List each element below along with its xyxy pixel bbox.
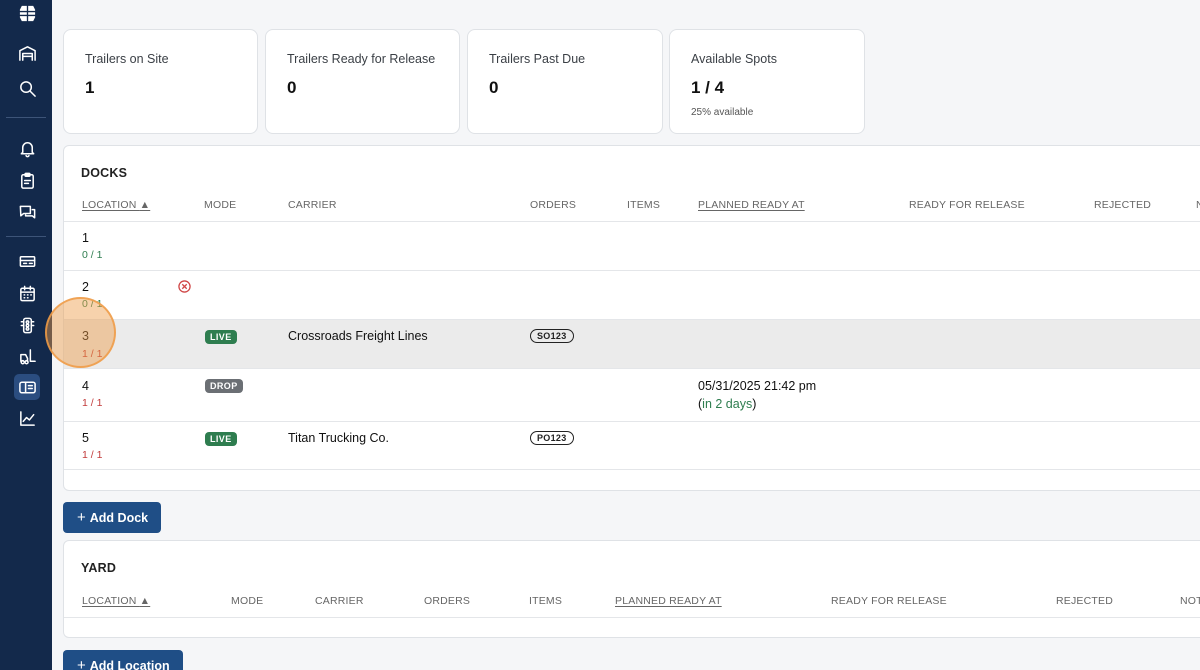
planned-ready-relative: (in 2 days) bbox=[698, 397, 757, 411]
mode-badge-live: LIVE bbox=[205, 330, 237, 344]
stat-card-ready-for-release: Trailers Ready for Release 0 bbox=[265, 29, 460, 134]
col-planned-ready-at[interactable]: PLANNED READY AT bbox=[698, 199, 805, 211]
table-row[interactable]: 1 0 / 1 bbox=[64, 222, 1200, 271]
col-carrier: CARRIER bbox=[315, 595, 364, 607]
header-divider bbox=[64, 617, 1200, 618]
location-number: 4 bbox=[82, 379, 89, 393]
stat-value: 1 / 4 bbox=[691, 78, 725, 97]
col-mode: MODE bbox=[231, 595, 264, 607]
add-location-button[interactable]: + Add Location bbox=[63, 650, 183, 670]
docks-title: DOCKS bbox=[81, 166, 128, 180]
yard-title: YARD bbox=[81, 561, 117, 575]
search-icon[interactable] bbox=[14, 75, 40, 101]
sidebar-divider bbox=[6, 117, 46, 118]
table-row[interactable]: 5 1 / 1 LIVE Titan Trucking Co. PO123 bbox=[64, 422, 1200, 470]
col-rejected: REJECTED bbox=[1094, 199, 1152, 211]
col-ready-for-release: READY FOR RELEASE bbox=[909, 199, 1025, 211]
table-row[interactable]: 4 1 / 1 DROP 05/31/2025 21:42 pm (in 2 d… bbox=[64, 369, 1200, 422]
stat-card-past-due: Trailers Past Due 0 bbox=[467, 29, 663, 134]
stat-label: Trailers Past Due bbox=[489, 52, 586, 66]
forklift-icon[interactable] bbox=[14, 343, 40, 369]
mode-badge-drop: DROP bbox=[205, 379, 243, 393]
sidebar bbox=[0, 0, 52, 670]
bell-icon[interactable] bbox=[14, 135, 40, 161]
col-items: ITEMS bbox=[529, 595, 563, 607]
location-number: 5 bbox=[82, 431, 89, 445]
table-row[interactable]: 2 0 / 1 bbox=[64, 271, 1200, 320]
col-notes: N bbox=[1196, 199, 1200, 211]
col-location[interactable]: LOCATION ▲ bbox=[82, 595, 150, 607]
clipboard-icon[interactable] bbox=[14, 167, 40, 193]
chart-icon[interactable] bbox=[14, 405, 40, 431]
col-mode: MODE bbox=[204, 199, 237, 211]
sort-asc-icon: ▲ bbox=[139, 199, 151, 211]
plus-icon: + bbox=[77, 509, 86, 526]
col-planned-ready-at[interactable]: PLANNED READY AT bbox=[615, 595, 722, 607]
table-row[interactable]: 3 1 / 1 LIVE Crossroads Freight Lines SO… bbox=[64, 320, 1200, 369]
stat-label: Trailers on Site bbox=[85, 52, 169, 66]
plus-icon: + bbox=[77, 657, 86, 670]
chat-icon[interactable] bbox=[14, 199, 40, 225]
capacity-text: 1 / 1 bbox=[82, 449, 103, 461]
capacity-text: 1 / 1 bbox=[82, 397, 103, 409]
col-orders: ORDERS bbox=[424, 595, 471, 607]
carrier-name: Titan Trucking Co. bbox=[288, 431, 389, 445]
col-carrier: CARRIER bbox=[288, 199, 337, 211]
sidebar-divider bbox=[6, 236, 46, 237]
yard-panel: YARD LOCATION ▲ MODE CARRIER ORDERS ITEM… bbox=[63, 540, 1200, 638]
col-rejected: REJECTED bbox=[1056, 595, 1114, 607]
carrier-name: Crossroads Freight Lines bbox=[288, 329, 428, 343]
mode-badge-live: LIVE bbox=[205, 432, 237, 446]
location-number: 3 bbox=[82, 329, 89, 343]
stat-label: Trailers Ready for Release bbox=[287, 52, 436, 66]
stat-value: 0 bbox=[287, 78, 297, 97]
stat-card-available-spots: Available Spots 1 / 4 25% available bbox=[669, 29, 865, 134]
sort-asc-icon: ▲ bbox=[139, 595, 151, 607]
capacity-text: 1 / 1 bbox=[82, 348, 103, 360]
col-location[interactable]: LOCATION ▲ bbox=[82, 199, 150, 211]
col-notes: NOT bbox=[1180, 595, 1200, 607]
warehouse-icon[interactable] bbox=[14, 40, 40, 66]
remove-circle-icon[interactable] bbox=[178, 280, 191, 293]
traffic-light-icon[interactable] bbox=[14, 312, 40, 338]
location-number: 2 bbox=[82, 280, 89, 294]
capacity-text: 0 / 1 bbox=[82, 298, 103, 310]
docks-panel: DOCKS LOCATION ▲ MODE CARRIER ORDERS ITE… bbox=[63, 145, 1200, 491]
col-orders: ORDERS bbox=[530, 199, 577, 211]
yard-map-icon[interactable] bbox=[14, 374, 40, 400]
stat-card-trailers-on-site: Trailers on Site 1 bbox=[63, 29, 258, 134]
stat-subtext: 25% available bbox=[691, 107, 754, 118]
stat-value: 1 bbox=[85, 78, 95, 97]
location-number: 1 bbox=[82, 231, 89, 245]
stat-value: 0 bbox=[489, 78, 499, 97]
col-items: ITEMS bbox=[627, 199, 661, 211]
order-pill[interactable]: PO123 bbox=[530, 431, 574, 445]
ticket-icon[interactable] bbox=[14, 248, 40, 274]
capacity-text: 0 / 1 bbox=[82, 249, 103, 261]
logo-icon[interactable] bbox=[14, 0, 40, 26]
col-ready-for-release: READY FOR RELEASE bbox=[831, 595, 947, 607]
planned-ready-datetime: 05/31/2025 21:42 pm bbox=[698, 379, 817, 393]
calendar-icon[interactable] bbox=[14, 280, 40, 306]
stat-label: Available Spots bbox=[691, 52, 777, 66]
add-dock-button[interactable]: + Add Dock bbox=[63, 502, 162, 533]
order-pill[interactable]: SO123 bbox=[530, 329, 574, 343]
